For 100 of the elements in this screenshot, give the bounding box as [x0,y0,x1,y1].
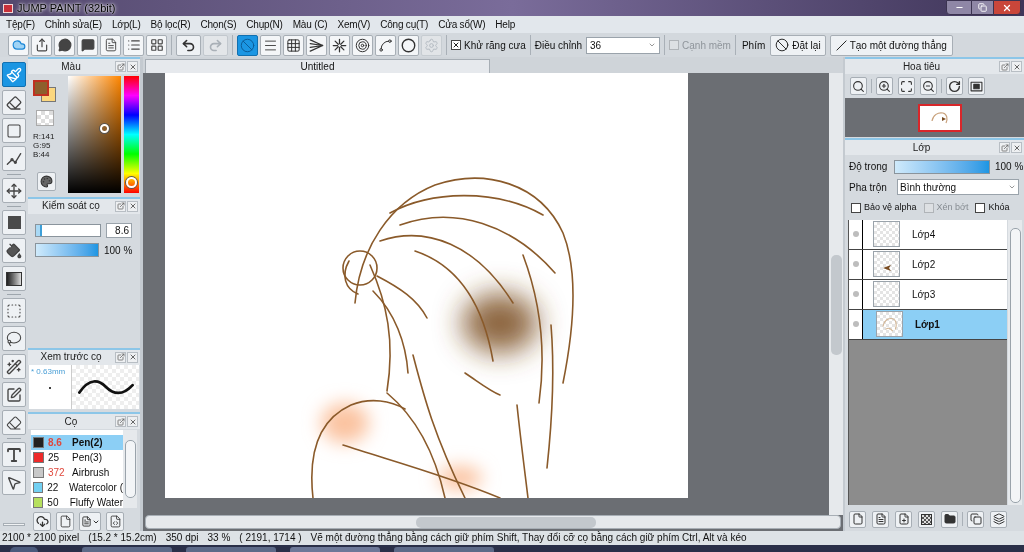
scrollbar[interactable] [1008,219,1022,505]
ruler-button[interactable] [306,34,327,56]
visibility-toggle[interactable] [849,309,863,339]
blend-mode-select[interactable]: Bình thường [897,179,1019,195]
reset-button[interactable]: Đặt lại [770,34,826,56]
brush-row[interactable]: 25 Pen(3) [31,450,123,465]
hue-slider[interactable] [124,76,139,193]
maximize-button[interactable] [972,0,993,15]
menu-item[interactable]: Lớp(L) [106,19,146,30]
navigator-button[interactable] [968,77,985,95]
vertical-scrollbar[interactable] [829,73,843,515]
tool-button[interactable] [2,326,26,351]
close-panel-button[interactable] [127,416,138,427]
toolbar-button[interactable] [54,34,75,56]
undock-button[interactable] [115,351,126,363]
scrollbar-thumb[interactable] [830,255,842,355]
toolbar-button[interactable] [146,34,167,56]
layer-tool-button[interactable] [849,510,866,528]
undock-button[interactable] [999,61,1010,72]
adjust-combo[interactable]: 36 [586,36,661,54]
scrollbar-thumb[interactable] [1009,227,1021,503]
navigator-button[interactable] [946,77,963,95]
layer-tool-button[interactable] [990,510,1007,528]
layer-row[interactable]: Lớp4 [863,219,1007,249]
layer-row[interactable]: Lớp1 [863,309,1007,339]
background-color-swatch[interactable] [33,80,56,102]
drawing-canvas[interactable] [165,73,688,498]
navigator-button[interactable] [876,77,893,95]
close-panel-button[interactable] [127,351,138,363]
checkbox[interactable] [975,202,986,213]
navigator-button[interactable] [898,77,915,95]
tool-button[interactable] [2,442,26,467]
tool-button[interactable] [2,266,26,291]
layer-row[interactable]: Lớp2 [863,249,1007,279]
tool-button[interactable] [2,354,26,379]
ruler-button[interactable] [329,34,350,56]
visibility-toggle[interactable] [849,279,863,309]
undo-button[interactable] [176,34,201,56]
foreground-color-swatch[interactable] [33,80,49,96]
color-picker-square[interactable] [68,76,121,193]
tool-button[interactable] [2,62,26,87]
menu-item[interactable]: Bộ lọc(R) [145,19,196,30]
menu-item[interactable]: Chỉnh sửa(E) [39,19,107,30]
brush-row[interactable]: 8.6 Pen(2) [31,435,123,450]
hue-ring-icon[interactable] [126,176,137,188]
toolbar-button[interactable] [77,34,98,56]
palette-button[interactable] [37,172,56,191]
brush-tool-button[interactable] [79,512,101,531]
brush-size-slider[interactable] [35,223,101,237]
ruler-button[interactable] [283,34,304,56]
horizontal-scrollbar[interactable] [145,515,841,529]
brush-row[interactable]: 50 Fluffy Water [31,495,123,508]
menu-item[interactable]: Cửa sổ(W) [433,19,491,30]
tool-button[interactable] [2,210,26,235]
brush-row[interactable]: 22 Watercolor ( [31,480,123,495]
layer-tool-button[interactable] [895,510,912,528]
menu-item[interactable]: Tệp(F) [1,19,40,30]
tool-button[interactable] [2,238,26,263]
tool-button[interactable] [2,146,26,171]
transparent-swatch[interactable] [36,110,54,126]
close-panel-button[interactable] [1011,142,1022,153]
checkbox[interactable] [851,202,861,213]
menu-item[interactable]: Công cụ(T) [375,19,434,30]
layer-row[interactable]: Lớp3 [863,279,1007,309]
ruler-button[interactable] [260,34,281,56]
layer-tool-button[interactable] [941,510,958,528]
navigator-button[interactable] [850,77,867,95]
undock-button[interactable] [999,142,1010,153]
toolbar-button[interactable] [123,34,144,56]
tool-button[interactable] [2,382,26,407]
tool-button[interactable] [2,178,26,203]
scrollbar-thumb[interactable] [416,516,596,528]
undock-button[interactable] [115,200,126,212]
menu-item[interactable]: Help [490,19,521,30]
close-panel-button[interactable] [127,61,138,72]
menu-item[interactable]: Chọn(S) [195,19,242,30]
brush-tool-button[interactable] [33,512,51,531]
toolbar-button[interactable] [100,34,121,56]
ruler-button[interactable] [375,34,396,56]
scrollbar[interactable] [123,430,137,508]
scrollbar-thumb[interactable] [124,440,136,498]
menu-item[interactable]: Chụp(N) [241,19,288,30]
tool-button[interactable] [2,90,26,115]
ruler-button[interactable] [352,34,373,56]
straight-line-button[interactable]: Tạo một đường thẳng [829,34,953,56]
visibility-toggle[interactable] [849,249,863,279]
tool-button[interactable] [2,410,26,435]
brush-row[interactable]: 372 Airbrush [31,465,123,480]
undock-button[interactable] [115,416,126,427]
picker-ring-icon[interactable] [99,123,109,133]
layer-tool-button[interactable] [967,510,984,528]
undock-button[interactable] [115,61,126,72]
brush-size-field[interactable]: 8.6 [106,222,132,238]
layer-tool-button[interactable] [918,510,935,528]
tool-button[interactable] [2,470,26,495]
close-panel-button[interactable] [1011,61,1022,72]
menu-item[interactable]: Màu (C) [287,19,333,30]
layer-tool-button[interactable] [872,510,889,528]
toolbar-button[interactable] [31,34,52,56]
minimize-button[interactable] [946,0,972,15]
